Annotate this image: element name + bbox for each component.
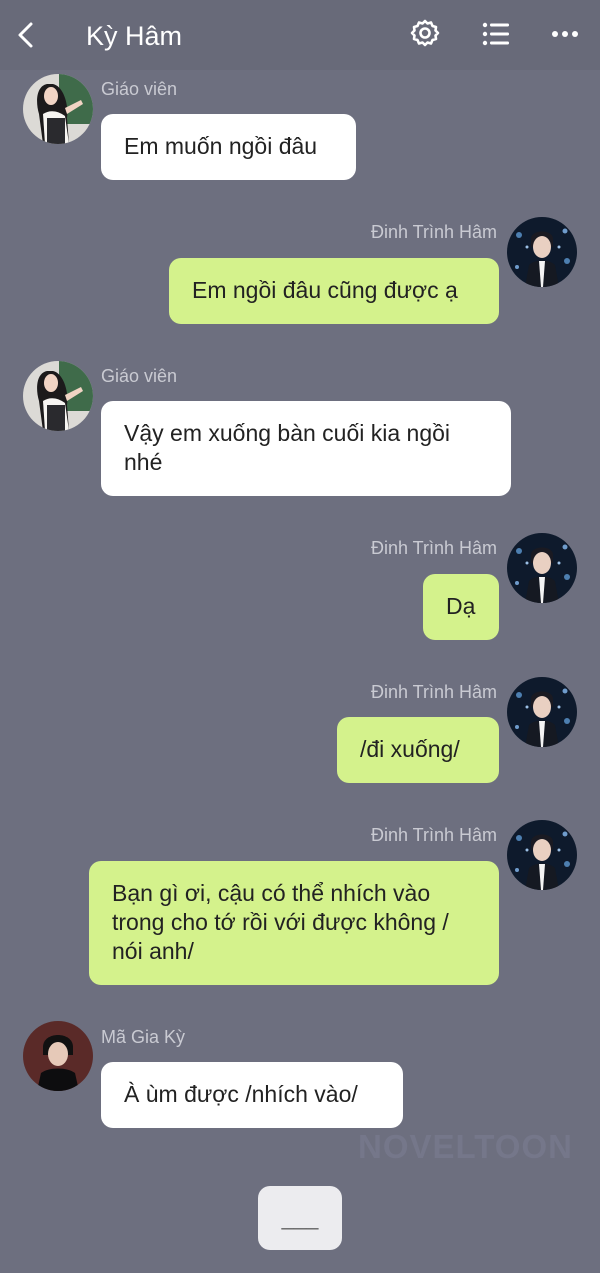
gear-icon: [410, 19, 440, 47]
message-bubble[interactable]: Em ngồi đâu cũng được ạ: [169, 258, 499, 324]
more-options-button[interactable]: [548, 17, 582, 51]
message-bubble[interactable]: /đi xuống/: [337, 717, 499, 783]
back-icon: [18, 22, 33, 48]
message-bubble[interactable]: Bạn gì ơi, cậu có thể nhích vào trong ch…: [89, 861, 499, 985]
list-icon: [482, 22, 509, 46]
chat-title: Kỳ Hâm: [86, 21, 183, 51]
message-bubble[interactable]: Dạ: [423, 574, 499, 640]
noveltoon-watermark: NOVELTOON: [358, 1128, 573, 1165]
settings-button[interactable]: [408, 17, 442, 51]
chat-header: Kỳ Hâm: [0, 0, 600, 70]
sender-name: Đinh Trình Hâm: [370, 825, 497, 845]
message-bubble[interactable]: Vậy em xuống bàn cuối kia ngồi nhé: [101, 401, 511, 496]
more-icon: [552, 31, 578, 37]
ma-gia-ky-avatar[interactable]: [23, 1021, 93, 1091]
teacher-avatar[interactable]: [23, 361, 93, 431]
dinh-avatar[interactable]: [507, 677, 577, 747]
teacher-avatar[interactable]: [23, 74, 93, 144]
sender-name: Đinh Trình Hâm: [370, 538, 497, 558]
dinh-avatar[interactable]: [507, 217, 577, 287]
continue-button[interactable]: ___: [258, 1186, 342, 1250]
sender-name: Đinh Trình Hâm: [370, 682, 497, 702]
sender-name: Giáo viên: [101, 79, 178, 99]
message-bubble[interactable]: Em muốn ngồi đâu: [101, 114, 356, 180]
message-bubble[interactable]: À ùm được /nhích vào/: [101, 1062, 403, 1128]
sender-name: Mã Gia Kỳ: [101, 1027, 186, 1047]
list-button[interactable]: [478, 17, 512, 51]
dinh-avatar[interactable]: [507, 820, 577, 890]
back-button[interactable]: [12, 18, 42, 52]
sender-name: Giáo viên: [101, 366, 178, 386]
sender-name: Đinh Trình Hâm: [370, 222, 497, 242]
dinh-avatar[interactable]: [507, 533, 577, 603]
